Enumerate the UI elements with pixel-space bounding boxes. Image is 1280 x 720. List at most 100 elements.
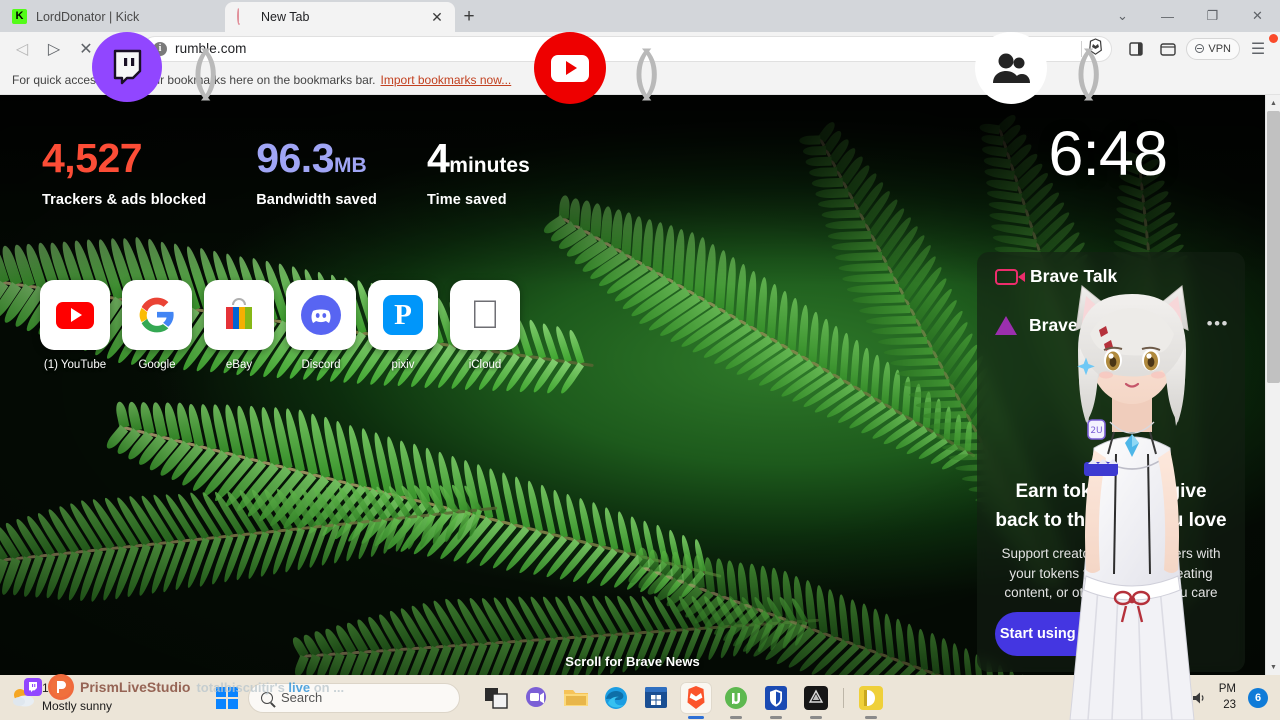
youtube-icon (534, 32, 606, 104)
paren-glyph: () (192, 38, 219, 101)
svg-text:2U: 2U (1090, 426, 1102, 436)
edge-icon[interactable] (600, 682, 632, 714)
clock-date: 23 (1223, 698, 1236, 711)
prism-live-studio-icon (48, 674, 74, 700)
tile-icloud[interactable]:  iCloud (450, 280, 520, 371)
bitwarden-icon[interactable] (760, 682, 792, 719)
close-icon[interactable]: ✕ (429, 9, 445, 25)
forward-icon[interactable]: ▷ (40, 35, 68, 63)
tile-label: (1) YouTube (43, 359, 107, 371)
tile-label: Google (138, 359, 176, 371)
stat-unit: MB (334, 154, 367, 177)
youtube-icon (40, 280, 110, 350)
stat-bandwidth: 96.3MB Bandwidth saved (256, 135, 377, 209)
running-indicator (865, 715, 877, 719)
tile-youtube[interactable]: (1) YouTube (40, 280, 110, 371)
toast-message-pre: totalbiscuitjr's (196, 679, 289, 695)
tile-label: Discord (301, 359, 341, 371)
toast-message-post: on ... (310, 679, 345, 695)
tile-label: iCloud (468, 359, 502, 371)
tab-kick[interactable]: K LordDonator | Kick (0, 2, 225, 32)
vpn-button[interactable]: VPN (1186, 37, 1240, 60)
close-button[interactable]: ✕ (1235, 0, 1280, 32)
chevron-down-icon[interactable]: ⌄ (1100, 0, 1145, 32)
discord-icon (286, 280, 356, 350)
running-indicator (688, 715, 704, 719)
toast-app-name: PrismLiveStudio (80, 679, 191, 695)
paren-glyph: () (1075, 38, 1102, 101)
tile-label: eBay (225, 359, 253, 371)
window-controls: ⌄ — ❐ ✕ (1100, 0, 1280, 32)
tab-new-tab[interactable]: New Tab ✕ (225, 2, 455, 32)
browser-window: K LordDonator | Kick New Tab ✕ + ⌄ — ❐ ✕… (0, 0, 1280, 720)
brave-stats: 4,527 Trackers & ads blocked 96.3MB Band… (42, 135, 530, 209)
weather-condition: Mostly sunny (42, 699, 113, 714)
notification-badge[interactable]: 6 (1248, 687, 1268, 708)
tab-title: LordDonator | Kick (36, 10, 140, 24)
tile-label: pixiv (391, 359, 415, 371)
icloud-icon:  (450, 280, 520, 350)
sidebar-toggle-icon[interactable] (1122, 35, 1150, 63)
task-view-icon[interactable] (480, 682, 512, 714)
tile-discord[interactable]: Discord (286, 280, 356, 371)
toast-message-live: live (288, 679, 311, 695)
stat-value: 4,527 (42, 135, 143, 181)
toast-message: totalbiscuitjr's live on ... (196, 680, 344, 695)
scrollbar-thumb[interactable] (1267, 111, 1280, 383)
stat-time: 4minutes Time saved (426, 135, 530, 209)
stat-trackers: 4,527 Trackers & ads blocked (42, 135, 207, 209)
pyramid-app-icon[interactable] (800, 682, 832, 719)
utorrent-icon[interactable] (720, 682, 752, 719)
import-bookmarks-link[interactable]: Import bookmarks now... (381, 73, 512, 87)
scroll-up-icon[interactable]: ▲ (1266, 95, 1280, 111)
new-tab-button[interactable]: + (455, 3, 483, 31)
maximize-button[interactable]: ❐ (1190, 0, 1235, 32)
file-explorer-icon[interactable] (560, 682, 592, 714)
stat-value: 4 (426, 135, 450, 181)
stat-label: Trackers & ads blocked (42, 192, 207, 208)
stat-label: Bandwidth saved (256, 192, 377, 208)
kick-icon: K (12, 9, 28, 25)
loading-spinner-icon (237, 7, 253, 25)
stream-toast-notification[interactable]: PrismLiveStudio totalbiscuitjr's live on… (24, 674, 344, 700)
microsoft-store-icon[interactable] (640, 682, 672, 714)
people-icon (975, 32, 1047, 104)
tile-ebay[interactable]: eBay (204, 280, 274, 371)
running-indicator (810, 715, 822, 719)
running-indicator (730, 715, 742, 719)
tab-strip: K LordDonator | Kick New Tab ✕ + ⌄ — ❐ ✕ (0, 0, 1280, 32)
twitch-icon (24, 678, 42, 696)
tile-pixiv[interactable]: P pixiv (368, 280, 438, 371)
vpn-label: VPN (1208, 42, 1231, 55)
notification-dot (1269, 34, 1278, 43)
tile-google[interactable]: Google (122, 280, 192, 371)
vtuber-avatar-overlay: 2U (1042, 272, 1222, 720)
video-camera-icon (995, 268, 1025, 285)
brave-wallet-icon[interactable] (1154, 34, 1278, 63)
paren-glyph: () (633, 38, 660, 101)
ebay-icon (204, 280, 274, 350)
divider (843, 687, 844, 708)
taskbar-app-icons (480, 675, 887, 720)
tab-title: New Tab (261, 10, 310, 24)
stat-label: Time saved (426, 192, 507, 208)
stat-unit: minutes (449, 154, 530, 177)
top-sites: (1) YouTube Google eBay Discord P pixiv … (40, 280, 520, 371)
vpn-status-icon (1195, 44, 1205, 53)
stat-value: 96.3 (256, 135, 335, 181)
url-text: rumble.com (175, 41, 247, 56)
page-scrollbar[interactable]: ▲ ▼ (1265, 95, 1280, 675)
chat-icon[interactable] (520, 682, 552, 714)
ntp-clock: 6:48 (1048, 119, 1168, 189)
pixiv-icon: P (368, 280, 438, 350)
minimize-button[interactable]: — (1145, 0, 1190, 32)
brave-rewards-icon (995, 316, 1017, 335)
brave-icon[interactable] (680, 681, 712, 719)
menu-icon[interactable]: ☰ (1244, 35, 1272, 63)
scroll-down-icon[interactable]: ▼ (1266, 659, 1280, 675)
vtube-studio-icon[interactable] (855, 682, 887, 719)
back-icon[interactable]: ◁ (8, 35, 36, 63)
running-indicator (770, 715, 782, 719)
twitch-icon (92, 32, 162, 102)
address-bar[interactable]: i rumble.com (142, 35, 1113, 62)
